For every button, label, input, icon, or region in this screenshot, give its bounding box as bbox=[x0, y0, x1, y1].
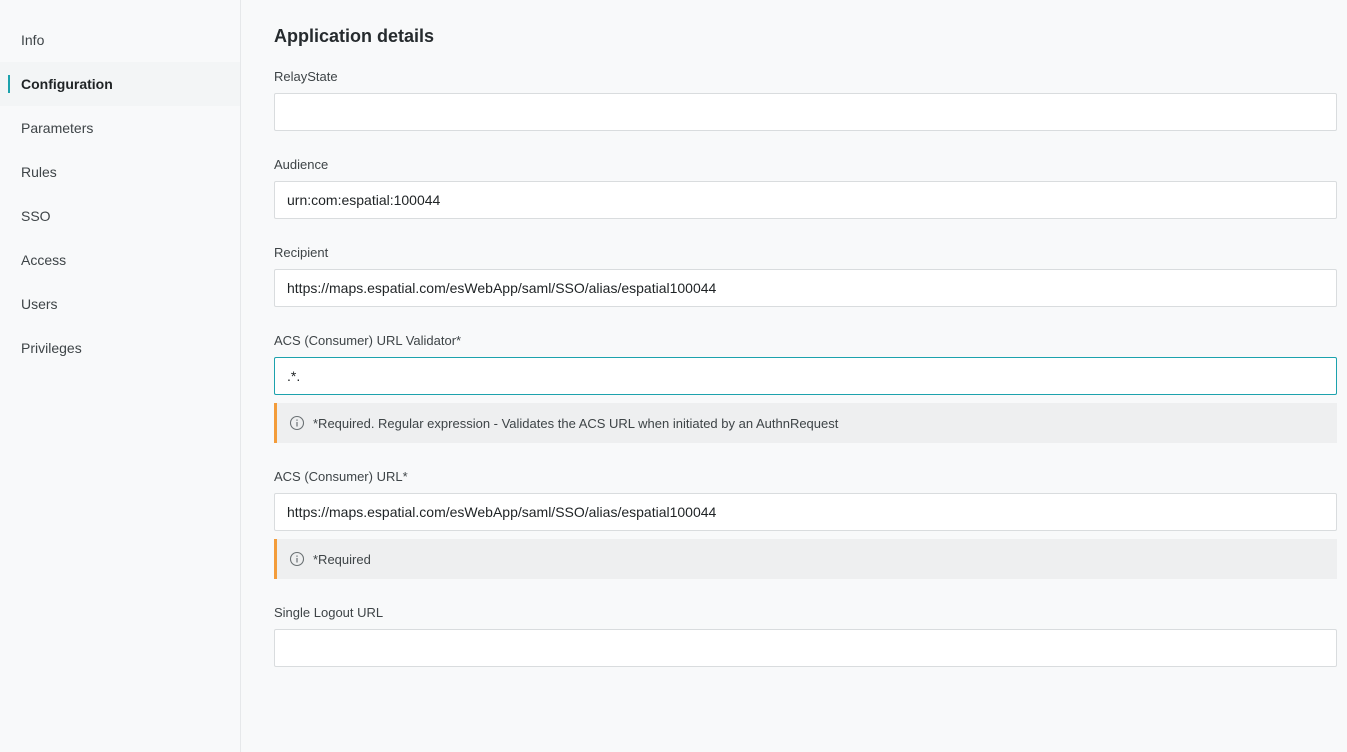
sidebar-item-configuration[interactable]: Configuration bbox=[0, 62, 240, 106]
sidebar-item-rules[interactable]: Rules bbox=[0, 150, 240, 194]
single-logout-label: Single Logout URL bbox=[274, 605, 384, 620]
acs-url-hint-text: *Required bbox=[313, 551, 371, 567]
sidebar-item-privileges[interactable]: Privileges bbox=[0, 326, 240, 370]
recipient-input[interactable] bbox=[274, 269, 1337, 307]
main-content: Application details RelayState Audience … bbox=[242, 0, 1347, 752]
acs-url-label: ACS (Consumer) URL* bbox=[274, 469, 408, 484]
sidebar: Info Configuration Parameters Rules SSO … bbox=[0, 0, 241, 752]
sidebar-item-sso[interactable]: SSO bbox=[0, 194, 240, 238]
sidebar-item-parameters[interactable]: Parameters bbox=[0, 106, 240, 150]
relay-state-input[interactable] bbox=[274, 93, 1337, 131]
acs-validator-hint: *Required. Regular expression - Validate… bbox=[274, 403, 1337, 443]
acs-validator-label: ACS (Consumer) URL Validator* bbox=[274, 333, 462, 348]
info-circle-icon bbox=[289, 551, 305, 567]
acs-url-hint: *Required bbox=[274, 539, 1337, 579]
recipient-label: Recipient bbox=[274, 245, 329, 260]
sidebar-item-access[interactable]: Access bbox=[0, 238, 240, 282]
audience-label: Audience bbox=[274, 157, 329, 172]
relay-state-label: RelayState bbox=[274, 69, 338, 84]
info-circle-icon bbox=[289, 415, 305, 431]
sidebar-item-users[interactable]: Users bbox=[0, 282, 240, 326]
audience-input[interactable] bbox=[274, 181, 1337, 219]
acs-validator-hint-text: *Required. Regular expression - Validate… bbox=[313, 415, 839, 431]
acs-url-input[interactable] bbox=[274, 493, 1337, 531]
single-logout-input[interactable] bbox=[274, 629, 1337, 667]
page-title: Application details bbox=[274, 26, 435, 46]
sidebar-item-info[interactable]: Info bbox=[0, 18, 240, 62]
acs-validator-input[interactable] bbox=[274, 357, 1337, 395]
